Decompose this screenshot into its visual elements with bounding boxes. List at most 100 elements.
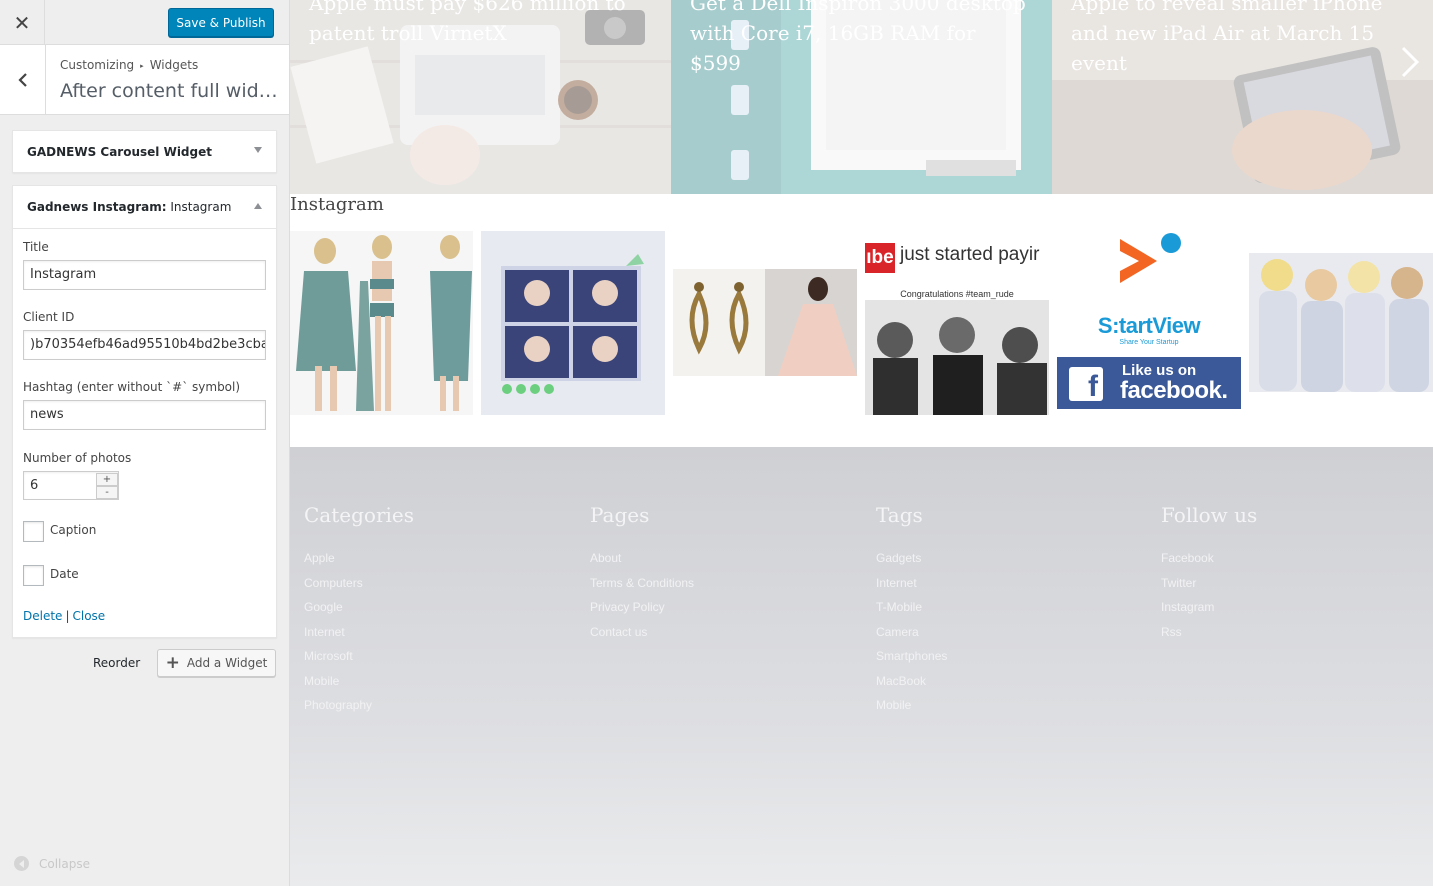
footer-link[interactable]: Internet: [876, 576, 947, 601]
footer-link[interactable]: Contact us: [590, 625, 694, 650]
photo-image: [865, 300, 1049, 415]
slide-title[interactable]: Get a Dell Inspiron 3000 desktop with Co…: [690, 0, 1030, 78]
footer-link[interactable]: Microsoft: [304, 649, 414, 674]
caption-checkbox[interactable]: [23, 521, 44, 542]
add-widget-label: Add a Widget: [186, 656, 268, 670]
footer-link[interactable]: Twitter: [1161, 576, 1257, 601]
save-publish-button[interactable]: Save & Publish: [168, 8, 274, 37]
close-customizer-button[interactable]: ✕: [0, 0, 45, 45]
date-checkbox[interactable]: [23, 565, 44, 586]
footer-link[interactable]: Smartphones: [876, 649, 947, 674]
increment-button[interactable]: +: [96, 473, 118, 486]
slide-title[interactable]: Apple must pay $626 million to patent tr…: [309, 0, 649, 48]
footer-link[interactable]: Mobile: [304, 674, 414, 699]
site-preview: Apple must pay $626 million to patent tr…: [290, 0, 1433, 886]
footer-link[interactable]: Apple: [304, 551, 414, 576]
carousel-slide[interactable]: Apple to reveal smaller iPhone and new i…: [1052, 0, 1433, 194]
breadcrumb-separator: ▸: [140, 62, 144, 70]
footer-link[interactable]: Photography: [304, 698, 414, 723]
footer-heading: Categories: [304, 503, 414, 527]
footer-link[interactable]: Internet: [304, 625, 414, 650]
site-footer: Categories Apple Computers Google Intern…: [290, 447, 1433, 886]
section-title: After content full width …: [60, 80, 285, 102]
footer-link[interactable]: Terms & Conditions: [590, 576, 694, 601]
hashtag-input[interactable]: news: [23, 400, 266, 430]
footer-column-tags: Tags Gadgets Internet T-Mobile Camera Sm…: [876, 503, 947, 723]
widget-actions: Delete | Close: [23, 609, 105, 623]
footer-link[interactable]: Gadgets: [876, 551, 947, 576]
instagram-photo[interactable]: S:tartView Share Your Startup f Like us …: [1057, 231, 1241, 409]
widget-header[interactable]: Gadnews Instagram: Instagram: [13, 186, 276, 229]
widget-instance-name: Instagram: [166, 200, 232, 214]
breadcrumb-current: Widgets: [149, 58, 199, 72]
widget-title: GADNEWS Carousel Widget: [27, 145, 212, 159]
instagram-photo[interactable]: ıbe just started payir Congratulations #…: [865, 231, 1049, 415]
close-link[interactable]: Close: [72, 609, 105, 623]
footer-heading: Pages: [590, 503, 650, 527]
footer-column-follow: Follow us Facebook Twitter Instagram Rss: [1161, 503, 1257, 649]
photo-image: [481, 231, 665, 415]
client-id-label: Client ID: [23, 310, 75, 324]
footer-heading: Tags: [876, 503, 923, 527]
widget-title: Gadnews Instagram: Instagram: [27, 200, 231, 214]
footer-link[interactable]: Instagram: [1161, 600, 1257, 625]
photo-image: [290, 231, 473, 415]
footer-heading: Follow us: [1161, 503, 1258, 527]
footer-link[interactable]: Facebook: [1161, 551, 1257, 576]
slide-title[interactable]: Apple to reveal smaller iPhone and new i…: [1071, 0, 1411, 78]
back-button[interactable]: [0, 45, 46, 114]
footer-link[interactable]: About: [590, 551, 694, 576]
customizer-header: ✕ Save & Publish: [0, 0, 289, 45]
chevron-left-icon: [17, 72, 27, 87]
footer-column-categories: Categories Apple Computers Google Intern…: [304, 503, 414, 723]
carousel-slide[interactable]: Get a Dell Inspiron 3000 desktop with Co…: [671, 0, 1052, 194]
photo-caption-text: just started payir: [900, 244, 1040, 265]
footer-link[interactable]: Computers: [304, 576, 414, 601]
title-input[interactable]: Instagram: [23, 260, 266, 290]
photos-count-label: Number of photos: [23, 451, 132, 465]
collapse-icon: [14, 856, 29, 871]
footer-column-pages: Pages About Terms & Conditions Privacy P…: [590, 503, 694, 649]
collapse-sidebar-button[interactable]: Collapse: [14, 856, 90, 871]
footer-link[interactable]: Camera: [876, 625, 947, 650]
footer-link[interactable]: Mobile: [876, 698, 947, 723]
instagram-photo[interactable]: [481, 231, 665, 415]
footer-link[interactable]: T-Mobile: [876, 600, 947, 625]
instagram-photo[interactable]: [673, 269, 857, 376]
add-widget-button[interactable]: + Add a Widget: [157, 649, 276, 677]
caption-label: Caption: [50, 523, 97, 537]
actions-divider: |: [65, 609, 70, 623]
section-header: Customizing ▸ Widgets After content full w…: [0, 45, 289, 115]
instagram-photo[interactable]: [290, 231, 473, 415]
client-id-input[interactable]: )b70354efb46ad95510b4bd2be3cba: [23, 330, 266, 360]
hashtag-label: Hashtag (enter without `#` symbol): [23, 380, 241, 394]
widget-carousel[interactable]: GADNEWS Carousel Widget: [12, 130, 277, 173]
facebook-wordmark: facebook.: [1120, 377, 1228, 404]
widget-type-name: Gadnews Instagram:: [27, 200, 167, 214]
breadcrumb-parent: Customizing: [60, 58, 135, 72]
footer-link[interactable]: Google: [304, 600, 414, 625]
footer-link[interactable]: Rss: [1161, 625, 1257, 650]
footer-link[interactable]: Privacy Policy: [590, 600, 694, 625]
widget-instagram: Gadnews Instagram: Instagram Title Insta…: [12, 185, 277, 638]
breadcrumb: Customizing ▸ Widgets: [60, 58, 198, 72]
footer-link[interactable]: MacBook: [876, 674, 947, 699]
photo-image: [673, 269, 857, 376]
instagram-photo[interactable]: [1249, 253, 1433, 392]
carousel-slide[interactable]: Apple must pay $626 million to patent tr…: [290, 0, 671, 194]
date-label: Date: [50, 567, 79, 581]
decrement-button[interactable]: -: [96, 486, 118, 499]
reorder-link[interactable]: Reorder: [93, 656, 140, 670]
instagram-widget-title: Instagram: [290, 194, 384, 215]
photo-congrats-text: Congratulations #team_rude: [900, 289, 1014, 299]
startview-tagline: Share Your Startup: [1119, 339, 1179, 346]
youtube-logo-fragment: ıbe: [865, 243, 895, 273]
expand-arrow-icon[interactable]: [254, 147, 262, 153]
delete-link[interactable]: Delete: [23, 609, 62, 623]
chevron-right-icon[interactable]: [1397, 44, 1423, 80]
facebook-icon: f: [1069, 367, 1103, 403]
collapse-arrow-icon[interactable]: [254, 203, 262, 209]
collapse-label: Collapse: [39, 856, 90, 871]
photos-count-input[interactable]: 6 + -: [23, 471, 119, 500]
news-carousel: Apple must pay $626 million to patent tr…: [290, 0, 1433, 194]
